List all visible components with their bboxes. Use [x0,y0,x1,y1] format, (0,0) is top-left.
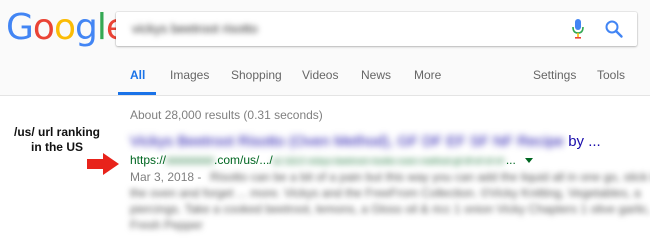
url-domain-blurred: xxxxxxxx [166,153,215,167]
tab-more[interactable]: More [414,68,441,82]
snippet-line: Risotto can be a bit of a pain but this … [210,170,650,184]
url-visible-path: .com/us/.../ [214,153,273,167]
tab-settings[interactable]: Settings [533,68,576,82]
result-title-link[interactable]: Vickys Beetroot Risotto (Oven Method), G… [130,133,601,150]
logo-letter: o [32,7,55,48]
result-url: https://xxxxxxxx.com/us/.../a1 b2c3 vick… [130,153,534,167]
search-input[interactable]: vickys beetroot risotto [132,21,258,36]
result-title-blurred: Vickys Beetroot Risotto (Oven Method), G… [130,133,565,150]
google-logo[interactable]: Google [6,7,128,48]
annotation-line: /us/ url ranking [13,125,100,139]
result-date: Mar 3, 2018 - [130,170,201,184]
snippet-line: the oven and forget ... more. Vickys and… [130,186,641,200]
search-icon[interactable] [604,19,624,39]
tab-all[interactable]: All [130,68,145,82]
snippet-line: Fresh Pepper [130,218,203,232]
dropdown-caret-icon[interactable] [525,158,534,164]
logo-letter: o [53,7,76,48]
url-path-blurred: a1 b2c3 vickys-beetroot-risotto-oven-met… [272,156,506,166]
logo-letter: g [74,7,98,48]
snippet-line: piercings. Take a cooked beetroot, lemon… [130,202,650,216]
tab-tools[interactable]: Tools [597,68,625,82]
url-prefix: https:// [130,153,167,167]
search-box[interactable]: vickys beetroot risotto [116,12,637,46]
arrow-right-icon [87,153,119,175]
tab-news[interactable]: News [361,68,391,82]
logo-letter: l [96,7,107,48]
tab-shopping[interactable]: Shopping [231,68,282,82]
logo-letter: G [6,7,34,48]
results-stats: About 28,000 results (0.31 seconds) [130,108,323,122]
search-tabs: All Images Shopping Videos News More Set… [0,62,650,95]
tab-videos[interactable]: Videos [302,68,338,82]
annotation-label: /us/ url ranking in the US [4,125,110,155]
url-ellipsis: ... [505,153,516,167]
mic-icon[interactable] [571,19,585,39]
result-title-suffix: by ... [568,133,601,150]
result-date-text: Mar 3, 2018 - [130,170,202,184]
tab-images[interactable]: Images [170,68,209,82]
active-tab-indicator [118,92,156,95]
